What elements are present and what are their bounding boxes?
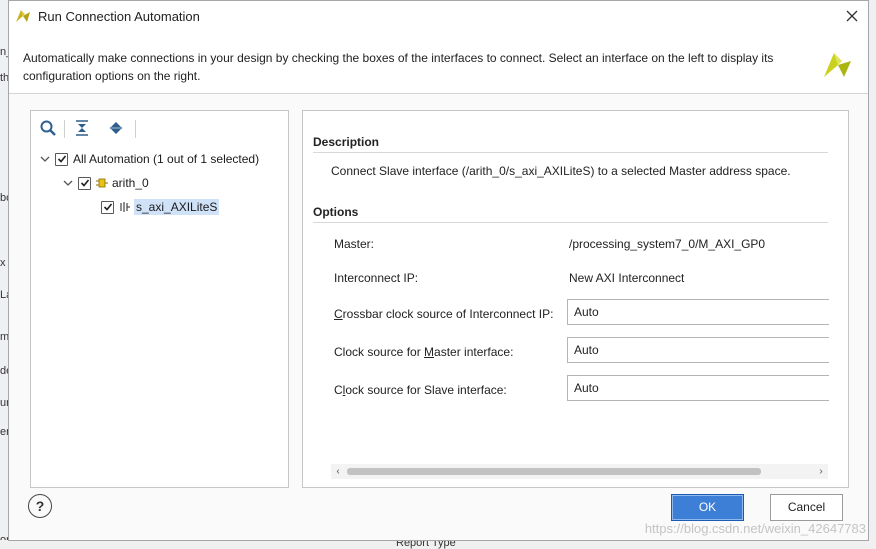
master-label: Master: — [334, 237, 375, 251]
description-heading: Description — [313, 135, 380, 149]
checkmark-icon — [57, 155, 66, 163]
description-text: Connect Slave interface (/arith_0/s_axi_… — [331, 164, 791, 178]
options-divider — [313, 222, 828, 223]
horizontal-scrollbar[interactable]: ‹ › — [331, 464, 828, 479]
checkmark-icon — [103, 203, 112, 211]
label-part: Clock source for — [334, 345, 425, 359]
chevron-down-icon[interactable] — [62, 177, 74, 189]
mnemonic-key: M — [424, 345, 435, 359]
background-app-bottom-edge: Report Type — [0, 537, 876, 549]
checkmark-icon — [80, 179, 89, 187]
vivado-app-icon — [15, 8, 31, 27]
title-bar[interactable]: Run Connection Automation — [9, 1, 868, 33]
options-heading: Options — [313, 205, 359, 219]
tree-node-s-axi-axilites[interactable]: s_axi_AXILiteS — [101, 197, 220, 217]
dialog-header: Automatically make connections in your d… — [9, 33, 868, 94]
interconnect-ip-value: New AXI Interconnect — [569, 271, 685, 285]
master-clock-source-field[interactable]: Auto — [567, 337, 829, 363]
search-icon — [40, 120, 56, 136]
toolbar-separator — [64, 120, 65, 138]
window-title: Run Connection Automation — [38, 9, 200, 24]
help-button[interactable]: ? — [28, 494, 52, 518]
expand-all-icon — [110, 122, 122, 134]
all-automation-label: All Automation (1 out of 1 selected) — [73, 152, 260, 166]
mnemonic-key: C — [334, 307, 343, 321]
scrollbar-thumb[interactable] — [347, 468, 761, 475]
s-axi-axilites-label: s_axi_AXILiteS — [134, 199, 220, 215]
arith-0-label: arith_0 — [112, 176, 149, 190]
bg-fragment: x — [0, 257, 6, 269]
interconnect-ip-label: Interconnect IP: — [334, 271, 419, 285]
master-clock-label: Clock source for Master interface: — [334, 345, 513, 359]
scroll-right-icon[interactable]: › — [814, 464, 828, 479]
interface-tree-panel: All Automation (1 out of 1 selected) ari… — [30, 110, 289, 488]
configuration-panel: Description Connect Slave interface (/ar… — [302, 110, 849, 488]
close-icon — [846, 10, 858, 22]
expand-all-button[interactable] — [107, 119, 127, 139]
close-button[interactable] — [840, 5, 864, 29]
ip-block-icon — [96, 177, 108, 189]
slave-clock-label: Clock source for Slave interface: — [334, 383, 507, 397]
crossbar-clock-source-field[interactable]: Auto — [567, 299, 829, 325]
cancel-button[interactable]: Cancel — [770, 494, 843, 521]
header-instructions: Automatically make connections in your d… — [23, 51, 774, 83]
collapse-all-icon — [76, 120, 88, 136]
toolbar-separator — [135, 120, 136, 138]
slave-clock-source-field[interactable]: Auto — [567, 375, 829, 401]
label-part: ock source for Slave interface: — [345, 383, 507, 397]
tree-toolbar — [31, 111, 288, 145]
label-part: C — [334, 383, 343, 397]
watermark: https://blog.csdn.net/weixin_42647783 — [644, 521, 866, 536]
run-connection-automation-dialog: Run Connection Automation Automatically … — [8, 0, 869, 541]
scroll-left-icon[interactable]: ‹ — [331, 464, 345, 479]
all-automation-checkbox[interactable] — [55, 152, 68, 166]
search-button[interactable] — [39, 119, 59, 139]
chevron-down-icon[interactable] — [39, 153, 51, 165]
crossbar-clock-label: Crossbar clock source of Interconnect IP… — [334, 307, 553, 321]
collapse-all-button[interactable] — [73, 119, 93, 139]
tree-node-arith-0[interactable]: arith_0 — [62, 173, 149, 193]
s-axi-axilites-checkbox[interactable] — [101, 200, 114, 214]
ok-button[interactable]: OK — [671, 494, 744, 521]
label-part: rossbar clock source of Interconnect IP: — [342, 307, 554, 321]
arith-0-checkbox[interactable] — [78, 176, 91, 190]
tree-node-all-automation[interactable]: All Automation (1 out of 1 selected) — [39, 149, 259, 169]
background-app-right-edge — [868, 0, 876, 549]
vivado-logo-icon — [822, 49, 852, 82]
label-part: aster interface: — [434, 345, 514, 359]
description-divider — [313, 152, 828, 153]
master-value: /processing_system7_0/M_AXI_GP0 — [569, 237, 766, 251]
bus-interface-icon — [119, 201, 131, 213]
